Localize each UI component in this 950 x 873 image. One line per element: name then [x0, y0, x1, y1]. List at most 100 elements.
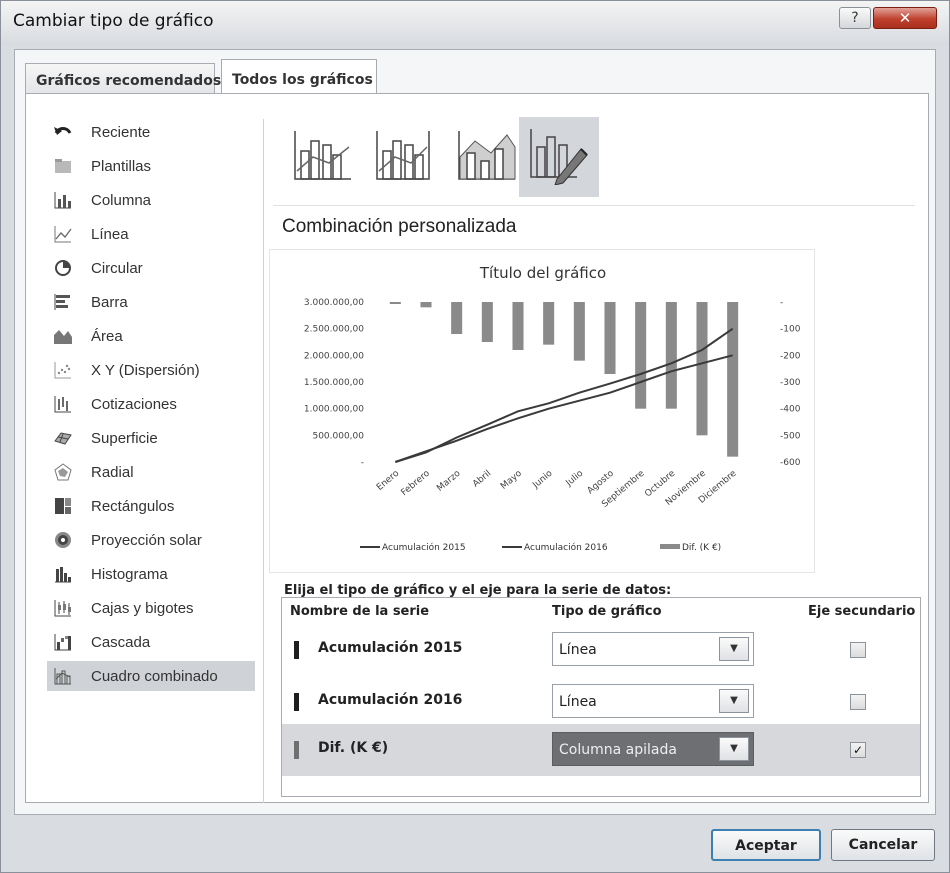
bar-dif — [481, 302, 493, 342]
sidebar-item-scatter[interactable]: X Y (Dispersión) — [47, 355, 255, 385]
x-tick-label: Abril — [471, 469, 493, 490]
series-name: Acumulación 2016 — [318, 692, 463, 708]
x-tick-label: Enero — [375, 468, 402, 493]
bar-dif — [604, 302, 616, 374]
combo-clustered-column-line-icon — [291, 127, 355, 187]
dropdown-arrow-icon[interactable]: ▼ — [719, 737, 749, 761]
scatter-chart-icon — [53, 361, 73, 379]
close-button[interactable]: ✕ — [873, 7, 937, 29]
sunburst-chart-icon — [53, 531, 73, 549]
secondary-axis-checkbox[interactable] — [850, 642, 866, 658]
line-series-1 — [394, 354, 733, 463]
sidebar-item-templates[interactable]: Plantillas — [47, 151, 255, 181]
line-series-2 — [395, 327, 734, 463]
sidebar-item-box-whisker[interactable]: Cajas y bigotes — [47, 593, 255, 623]
section-title: Combinación personalizada — [282, 216, 517, 237]
sidebar-item-label: Cuadro combinado — [91, 667, 218, 685]
header-series-name: Nombre de la serie — [290, 604, 430, 619]
header-chart-type: Tipo de gráfico — [552, 604, 662, 619]
y-right-tick-label: -100 — [780, 325, 801, 335]
y-left-tick-label: 1.000.000,00 — [304, 405, 364, 415]
sidebar-item-sunburst[interactable]: Proyección solar — [47, 525, 255, 555]
sidebar-item-column[interactable]: Columna — [47, 185, 255, 215]
chart-type-select[interactable]: Columna apilada ▼ — [552, 732, 754, 766]
sidebar-item-label: Cascada — [91, 633, 151, 651]
dropdown-arrow-icon[interactable]: ▼ — [719, 689, 749, 713]
chart-type-value: Línea — [559, 642, 597, 658]
chart-preview: Título del gráfico 3.000.000,00 2.500.000,… — [269, 249, 815, 573]
chart-title: Título del gráfico — [479, 264, 606, 282]
y-left-tick-label: 500.000,00 — [312, 431, 364, 441]
combo-stacked-area-column-icon — [455, 127, 519, 187]
dialog-title: Cambiar tipo de gráfico — [13, 11, 214, 31]
x-tick-label: Junio — [530, 468, 554, 491]
sidebar-item-histogram[interactable]: Histograma — [47, 559, 255, 589]
sidebar-item-stock[interactable]: Cotizaciones — [47, 389, 255, 419]
series-table-label: Elija el tipo de gráfico y el eje para l… — [284, 583, 672, 598]
column-chart-icon — [53, 191, 73, 209]
folder-icon — [53, 157, 73, 175]
tab-recommended-charts[interactable]: Gráficos recomendados — [25, 63, 221, 95]
sidebar-item-line[interactable]: Línea — [47, 219, 255, 249]
sidebar-item-label: Columna — [91, 191, 152, 209]
sidebar-item-label: Reciente — [91, 123, 151, 141]
combo-subtype-column-line-secondary[interactable] — [365, 117, 445, 197]
x-tick-label: Julio — [564, 468, 586, 489]
chart-type-select[interactable]: Línea ▼ — [552, 684, 754, 718]
secondary-axis-checkbox[interactable]: ✓ — [850, 742, 866, 758]
secondary-axis-checkbox[interactable] — [850, 694, 866, 710]
combo-subtype-custom[interactable] — [519, 117, 599, 197]
gallery-divider — [273, 205, 915, 206]
series-color-swatch — [294, 741, 299, 759]
x-tick-label: Febrero — [399, 468, 432, 498]
radar-chart-icon — [53, 463, 73, 481]
cancel-button[interactable]: Cancelar — [831, 829, 935, 861]
sidebar-item-surface[interactable]: Superficie — [47, 423, 255, 453]
sidebar-item-label: Barra — [91, 293, 128, 311]
ok-button[interactable]: Aceptar — [711, 829, 821, 861]
x-tick-label: Marzo — [435, 468, 463, 493]
bar-dif — [696, 302, 708, 436]
y-left-tick-label: 3.000.000,00 — [304, 298, 364, 308]
y-right-tick-label: -500 — [780, 431, 801, 441]
combo-subtype-stacked-area-column[interactable] — [447, 117, 527, 197]
sidebar-item-combo[interactable]: Cuadro combinado — [47, 661, 255, 691]
series-row-acumulacion-2015: Acumulación 2015 Línea ▼ — [282, 624, 920, 676]
chart-type-select[interactable]: Línea ▼ — [552, 632, 754, 666]
bar-dif — [389, 302, 401, 304]
combo-chart: Título del gráfico 3.000.000,00 2.500.000,… — [304, 264, 801, 553]
sidebar-item-area[interactable]: Área — [47, 321, 255, 351]
sidebar-item-pie[interactable]: Circular — [47, 253, 255, 283]
tab-all-charts[interactable]: Todos los gráficos — [221, 59, 377, 93]
combo-column-line-secondary-icon — [373, 127, 437, 187]
sidebar-item-bar[interactable]: Barra — [47, 287, 255, 317]
y-left-tick-label: 2.500.000,00 — [304, 325, 364, 335]
box-whisker-chart-icon — [53, 599, 73, 617]
sidebar-item-label: Circular — [91, 259, 143, 277]
sidebar-item-label: Cajas y bigotes — [91, 599, 194, 617]
legend-entry: Acumulación 2015 — [382, 542, 466, 553]
sidebar-item-recent[interactable]: Reciente — [47, 117, 255, 147]
sidebar-item-label: Radial — [91, 463, 134, 481]
legend-bar-swatch — [660, 544, 680, 549]
sidebar-item-waterfall[interactable]: Cascada — [47, 627, 255, 657]
y-right-tick-label: -400 — [780, 405, 801, 415]
series-row-dif: Dif. (K €) Columna apilada ▼ ✓ — [282, 724, 920, 776]
help-button[interactable]: ? — [839, 7, 871, 29]
bar-dif — [727, 302, 739, 457]
sidebar-item-treemap[interactable]: Rectángulos — [47, 491, 255, 521]
sidebar-item-label: Área — [91, 327, 123, 345]
chart-type-value: Columna apilada — [559, 742, 677, 758]
sidebar-item-label: Rectángulos — [91, 497, 175, 515]
dropdown-arrow-icon[interactable]: ▼ — [719, 637, 749, 661]
waterfall-chart-icon — [53, 633, 73, 651]
legend-entry: Acumulación 2016 — [524, 542, 608, 553]
series-color-swatch — [294, 641, 299, 659]
combo-subtype-clustered-column-line[interactable] — [283, 117, 363, 197]
sidebar-item-radar[interactable]: Radial — [47, 457, 255, 487]
surface-chart-icon — [53, 429, 73, 447]
sidebar-item-label: Proyección solar — [91, 531, 202, 549]
chart-type-value: Línea — [559, 694, 597, 710]
y-right-tick-label: -600 — [780, 458, 801, 468]
sidebar-item-label: Superficie — [91, 429, 158, 447]
